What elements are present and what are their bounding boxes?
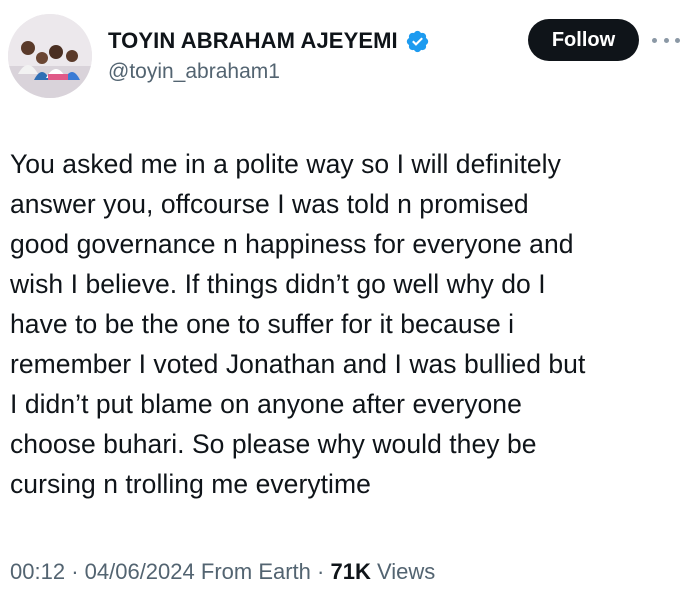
more-dots-icon [652,37,657,43]
verified-badge-icon[interactable] [405,29,430,54]
tweet-text-line: have to be the one to suffer for it beca… [10,309,515,339]
tweet-meta: 00:12 · 04/06/2024 From Earth · 71K View… [10,559,435,585]
meta-separator: · [317,559,325,584]
family-photo-avatar-icon [8,14,92,98]
tweet-text-line: good governance n happiness for everyone… [10,229,574,259]
tweet-source: From Earth [200,559,311,584]
tweet-text-line: I didn’t put blame on anyone after every… [10,389,522,419]
avatar[interactable] [8,14,92,98]
meta-separator: · [71,559,79,584]
views-label: Views [376,559,436,584]
follow-button[interactable]: Follow [528,19,639,61]
tweet-text-line: remember I voted Jonathan and I was bull… [10,349,586,379]
tweet-text-line: cursing n trolling me everytime [10,469,371,499]
tweet-text-line: You asked me in a polite way so I will d… [10,149,561,179]
tweet-card: TOYIN ABRAHAM AJEYEMI @toyin_abraham1 Fo… [0,0,687,604]
tweet-date[interactable]: 04/06/2024 [85,559,195,584]
more-dots-icon [675,37,680,43]
tweet-time[interactable]: 00:12 [10,559,65,584]
tweet-text-line: wish I believe. If things didn’t go well… [10,269,546,299]
author-display-name[interactable]: TOYIN ABRAHAM AJEYEMI [108,28,398,54]
more-options-button[interactable] [652,28,680,52]
tweet-text: You asked me in a polite way so I will d… [10,144,680,504]
tweet-text-line: choose buhari. So please why would they … [10,429,537,459]
more-dots-icon [663,37,669,43]
author-name-row: TOYIN ABRAHAM AJEYEMI [108,26,430,56]
author-handle[interactable]: @toyin_abraham1 [108,60,280,84]
tweet-text-line: answer you, offcourse I was told n promi… [10,189,529,219]
views-count[interactable]: 71K [330,559,370,584]
